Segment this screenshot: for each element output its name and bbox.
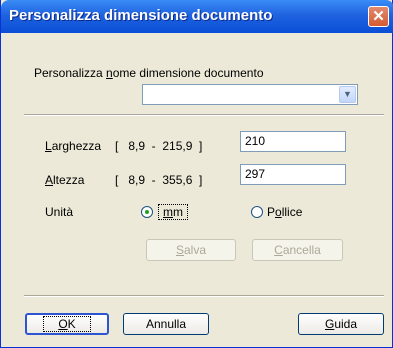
- separator-top: [24, 114, 384, 116]
- custom-name-label: Personalizza nome dimensione documento: [34, 66, 264, 80]
- close-button[interactable]: ✕: [368, 6, 389, 27]
- custom-name-combobox[interactable]: ▼: [142, 84, 358, 105]
- width-label: Larghezza: [45, 139, 102, 153]
- inch-radio[interactable]: [251, 206, 263, 218]
- dialog-window: Personalizza dimensione documento ✕ Pers…: [0, 0, 393, 348]
- mm-radio[interactable]: [141, 206, 153, 218]
- ok-button[interactable]: OK: [25, 313, 109, 335]
- width-input[interactable]: 210: [240, 131, 346, 152]
- chevron-down-icon[interactable]: ▼: [339, 86, 356, 103]
- separator-bottom: [24, 295, 384, 297]
- inch-label[interactable]: Pollice: [267, 205, 302, 219]
- delete-button[interactable]: Cancella: [252, 239, 343, 261]
- save-button[interactable]: Salva: [146, 239, 236, 261]
- height-range: [ 8,9 - 355,6 ]: [115, 173, 203, 187]
- unit-label: Unità: [45, 205, 74, 219]
- radio-selected-dot: [145, 210, 149, 214]
- help-button[interactable]: Guida: [298, 313, 384, 335]
- cancel-button[interactable]: Annulla: [123, 313, 209, 335]
- dialog-content: Personalizza nome dimensione documento ▼…: [1, 33, 392, 346]
- height-label: Altezza: [45, 173, 85, 187]
- title-bar[interactable]: Personalizza dimensione documento ✕: [1, 0, 393, 33]
- width-range: [ 8,9 - 215,9 ]: [115, 139, 203, 153]
- close-icon: ✕: [372, 8, 385, 25]
- mm-label[interactable]: mm: [158, 204, 188, 220]
- dialog-title: Personalizza dimensione documento: [9, 7, 273, 24]
- height-input[interactable]: 297: [240, 164, 346, 185]
